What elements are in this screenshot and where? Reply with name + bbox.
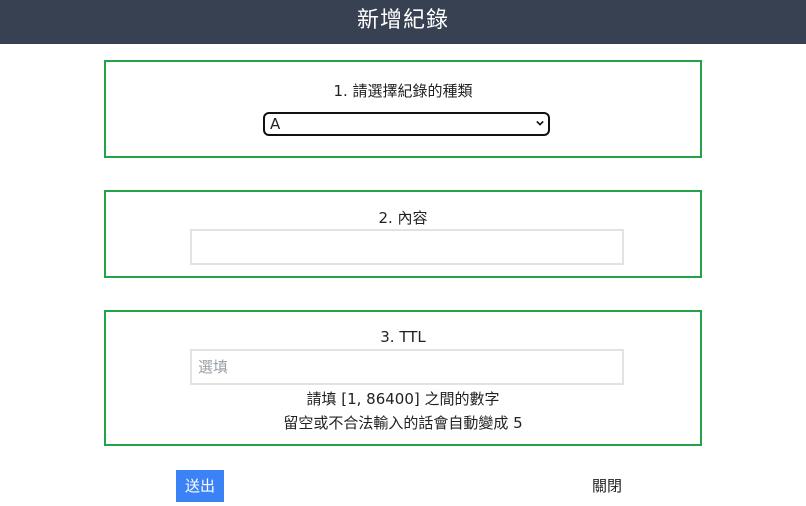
submit-button[interactable]: 送出 xyxy=(176,470,224,502)
ttl-input[interactable]: 選填 xyxy=(190,349,624,385)
content-section: 2. 內容 xyxy=(104,190,702,278)
record-type-label: 1. 請選擇紀錄的種類 xyxy=(333,82,473,100)
record-type-select[interactable]: A xyxy=(263,112,550,136)
ttl-default-hint: 留空或不合法輸入的話會自動變成 5 xyxy=(283,414,523,432)
page-title: 新增紀錄 xyxy=(0,0,806,44)
content-input[interactable] xyxy=(190,229,624,265)
ttl-range-hint: 請填 [1, 86400] 之間的數字 xyxy=(306,390,500,408)
record-type-selected-value: A xyxy=(270,115,281,133)
ttl-label: 3. TTL xyxy=(380,328,426,346)
record-type-section: 1. 請選擇紀錄的種類 A xyxy=(104,60,702,158)
ttl-section: 3. TTL 選填 請填 [1, 86400] 之間的數字 留空或不合法輸入的話… xyxy=(104,310,702,446)
ttl-input-placeholder: 選填 xyxy=(198,358,229,376)
chevron-down-icon xyxy=(536,120,544,126)
content-label: 2. 內容 xyxy=(378,209,428,227)
close-button[interactable]: 關閉 xyxy=(585,470,629,502)
